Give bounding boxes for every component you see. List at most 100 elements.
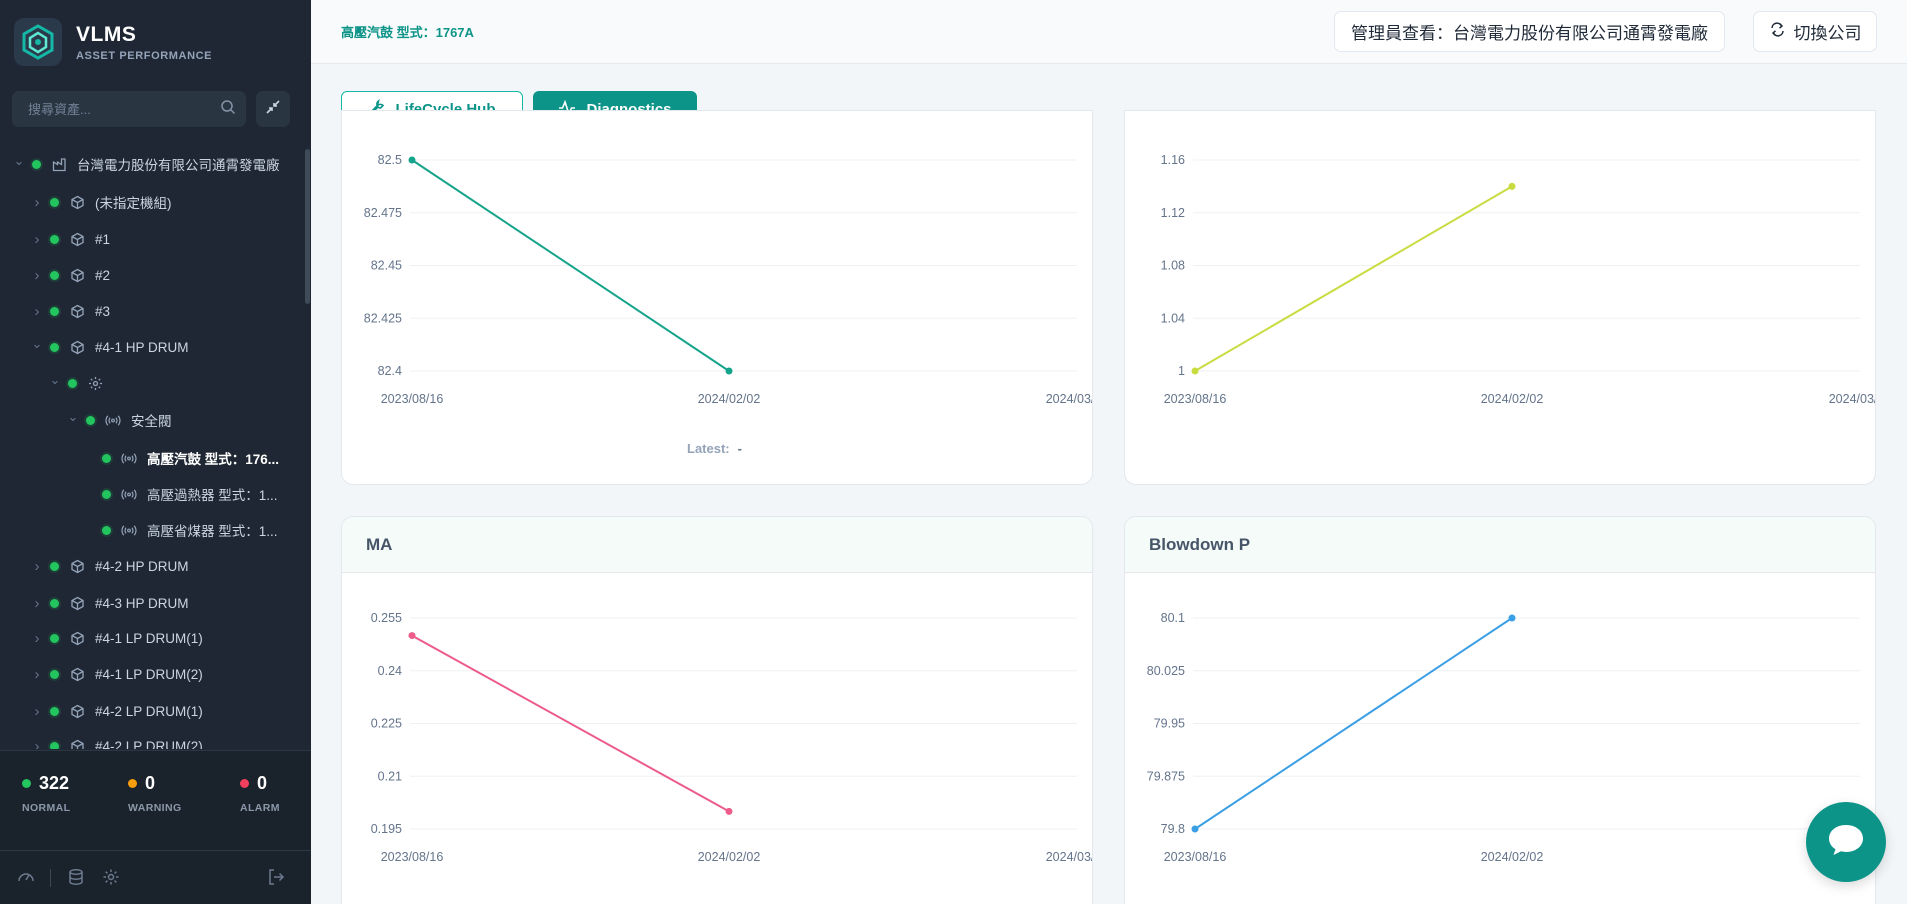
tree-item[interactable]: 高壓汽鼓 型式：176...: [96, 443, 279, 473]
tree-item-label: 高壓省煤器 型式：1...: [147, 524, 278, 539]
chart-card-title: MA: [342, 517, 1092, 573]
admin-viewer-button[interactable]: 管理員查看：台灣電力股份有限公司通霄發電廠: [1334, 11, 1725, 52]
chevron-right-icon[interactable]: ›: [30, 630, 44, 647]
x-tick-label: 2023/08/16: [381, 392, 444, 406]
search-input[interactable]: [28, 101, 220, 117]
normal-count: 322: [39, 773, 70, 793]
tree-item[interactable]: ⌄ 台灣電力股份有限公司通霄發電廠: [12, 149, 280, 179]
top-bar: 高壓汽鼓 型式：1767A 管理員查看：台灣電力股份有限公司通霄發電廠 切換公司: [311, 0, 1907, 64]
chart-blowdown-p: 80.1 80.025 79.95 79.875 79.8 2023/08/16 2024/…: [1147, 611, 1871, 864]
tree-item[interactable]: › (未指定機組): [30, 187, 172, 217]
tree-item-label: #4-1 HP DRUM: [95, 339, 189, 355]
collapse-icon: [265, 99, 281, 120]
tree-item[interactable]: ⌄ #4-1 HP DRUM: [30, 332, 189, 362]
brand-title: VLMS: [76, 22, 137, 46]
status-dot: [68, 378, 77, 388]
tree-scrollbar[interactable]: [305, 149, 311, 749]
cube-icon: [69, 267, 85, 283]
chevron-right-icon[interactable]: ›: [30, 703, 44, 720]
y-tick-label: 0.255: [371, 611, 402, 625]
cube-icon: [69, 558, 85, 574]
chevron-right-icon[interactable]: ›: [30, 738, 44, 750]
status-dot: [50, 306, 59, 316]
status-dot: [50, 270, 59, 280]
cube-icon: [69, 703, 85, 719]
logout-icon[interactable]: [266, 867, 286, 887]
stat-normal: 322 NORMAL: [22, 773, 112, 814]
y-tick-label: 82.45: [371, 259, 402, 273]
tree-scrollbar-thumb[interactable]: [305, 149, 310, 304]
alarm-count: 0: [257, 773, 268, 793]
y-tick-label: 80.025: [1147, 664, 1185, 678]
y-tick-label: 1.08: [1161, 259, 1185, 273]
x-tick-label: 2024/02/02: [1481, 850, 1544, 864]
chart-2: 1.16 1.12 1.08 1.04 1 2023/08/16 2024/02/02 202…: [1161, 153, 1875, 406]
search-icon[interactable]: [220, 99, 236, 120]
status-dot: [50, 706, 59, 716]
chevron-down-icon[interactable]: ⌄: [66, 409, 80, 425]
sensor-icon: [121, 522, 137, 538]
settings-icon[interactable]: [101, 867, 121, 887]
data-point: [725, 367, 733, 375]
asset-search: [12, 91, 246, 127]
tree-item-label: 高壓汽鼓 型式：176...: [147, 452, 280, 467]
switch-icon: [1769, 21, 1794, 43]
database-icon[interactable]: [66, 867, 86, 887]
y-tick-label: 82.425: [364, 311, 402, 325]
chevron-right-icon[interactable]: ›: [30, 231, 44, 248]
data-point: [1508, 182, 1516, 190]
x-tick-label: 2023/08/16: [381, 850, 444, 864]
chevron-right-icon[interactable]: ›: [30, 303, 44, 320]
chevron-right-icon[interactable]: ›: [30, 558, 44, 575]
tree-item[interactable]: › #2: [30, 260, 111, 290]
sensor-icon: [121, 450, 137, 466]
chevron-right-icon[interactable]: ›: [30, 267, 44, 284]
status-dot: [50, 561, 59, 571]
tree-item[interactable]: ⌄: [48, 368, 113, 398]
tree-item[interactable]: 高壓省煤器 型式：1...: [96, 515, 278, 545]
tree-item[interactable]: › #4-2 HP DRUM: [30, 551, 189, 581]
chart-card-ma: MA 0.255 0.24 0.225 0.21 0.195 2023/08/16 2024…: [341, 516, 1093, 904]
tree-item[interactable]: 高壓過熱器 型式：1...: [96, 479, 278, 509]
chevron-right-icon[interactable]: ›: [30, 194, 44, 211]
chevron-down-icon[interactable]: ⌄: [48, 372, 62, 388]
x-tick-label: 2023/08/16: [1164, 392, 1227, 406]
chevron-down-icon[interactable]: ⌄: [30, 336, 44, 352]
brand[interactable]: VLMS ASSET PERFORMANCE: [14, 18, 212, 66]
tree-item-label: #4-1 LP DRUM(1): [95, 630, 203, 646]
chat-button[interactable]: [1806, 802, 1886, 882]
tree-item[interactable]: › #4-2 LP DRUM(1): [30, 696, 203, 726]
status-dot: [102, 489, 111, 499]
y-tick-label: 0.24: [378, 664, 402, 678]
chart-card-1: 82.5 82.475 82.45 82.425 82.4 2023/08/16 2024/…: [341, 110, 1093, 485]
x-tick-label: 2024/02/02: [1481, 392, 1544, 406]
tree-item[interactable]: › #3: [30, 296, 111, 326]
y-tick-label: 80.1: [1161, 611, 1185, 625]
chevron-right-icon[interactable]: ›: [30, 666, 44, 683]
tree-item[interactable]: › #4-2 LP DRUM(2): [30, 731, 203, 749]
y-tick-label: 0.225: [371, 717, 402, 731]
chart-card-2: 1.16 1.12 1.08 1.04 1 2023/08/16 2024/02/02 202…: [1124, 110, 1876, 485]
collapse-tree-button[interactable]: [256, 91, 290, 127]
chat-icon: [1826, 822, 1866, 863]
dashboard-icon[interactable]: [16, 867, 36, 887]
chevron-down-icon[interactable]: ⌄: [12, 153, 26, 169]
tree-item[interactable]: › #1: [30, 224, 111, 254]
tree-item[interactable]: › #4-1 LP DRUM(1): [30, 623, 203, 653]
tree-item[interactable]: › #4-3 HP DRUM: [30, 588, 189, 618]
status-dot: [50, 741, 59, 749]
latest-value: -: [737, 441, 742, 456]
warning-dot: [128, 779, 137, 788]
chevron-right-icon[interactable]: ›: [30, 595, 44, 612]
status-summary: 322 NORMAL 0 WARNING 0 ALARM: [0, 750, 311, 850]
tree-item-label: 台灣電力股份有限公司通霄發電廠: [77, 158, 280, 173]
data-point: [1191, 825, 1199, 833]
tree-item[interactable]: ⌄ 安全閥: [66, 405, 172, 435]
tree-item-label: #4-3 HP DRUM: [95, 595, 189, 611]
series-line: [1194, 185, 1513, 372]
tree-item[interactable]: › #4-1 LP DRUM(2): [30, 659, 203, 689]
switch-company-button[interactable]: 切換公司: [1753, 11, 1877, 52]
tree-item-label: 安全閥: [131, 414, 172, 429]
asset-title: 高壓汽鼓 型式：1767A: [341, 25, 474, 40]
y-tick-label: 1.04: [1161, 311, 1185, 325]
